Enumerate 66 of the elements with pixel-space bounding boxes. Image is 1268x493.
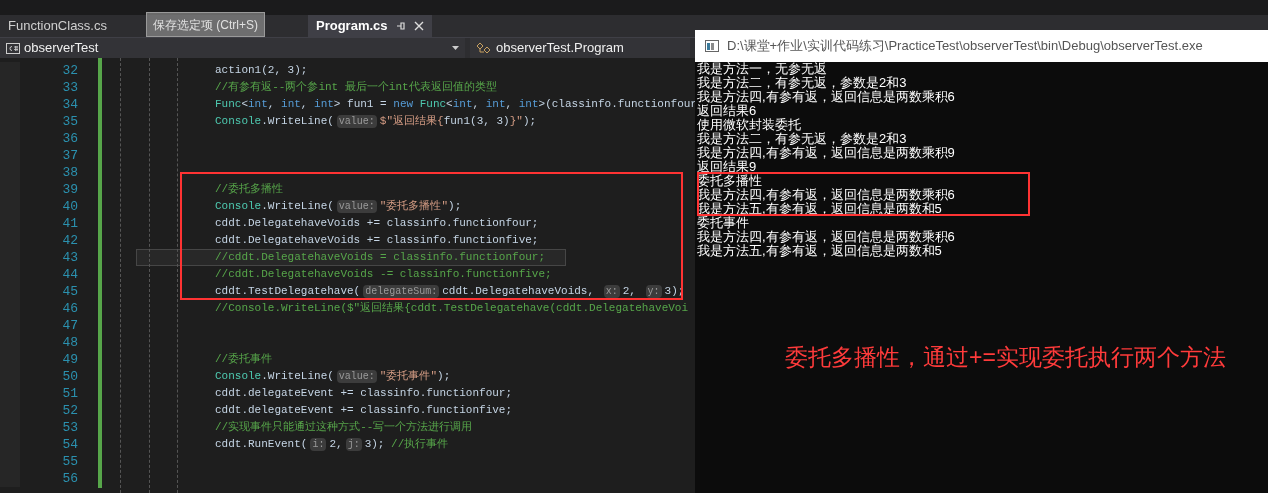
line-number: 36 (61, 129, 78, 148)
line-number: 39 (61, 180, 78, 199)
code-line: //实现事件只能通过这种方式--写一个方法进行调用 (215, 420, 473, 436)
line-number: 52 (61, 401, 78, 420)
line-number: 44 (61, 265, 78, 284)
console-output-line: 我是方法五,有参有返，返回信息是两数和5 (697, 244, 942, 258)
code-line: cddt.DelegatehaveVoids += classinfo.functionfive; (215, 233, 539, 249)
code-line: cddt.RunEvent( i: 2, j: 3); //执行事件 (215, 436, 449, 453)
code-line: //委托多播性 (215, 182, 284, 198)
code-line: Console.WriteLine( value: "委托多播性"); (215, 198, 462, 215)
code-line: //委托事件 (215, 352, 273, 368)
pin-icon[interactable] (395, 21, 406, 31)
console-output-line: 我是方法一，无参无返 (697, 62, 828, 76)
annotation-text: 委托多播性，通过+=实现委托执行两个方法 (785, 343, 1226, 372)
line-number: 42 (61, 231, 78, 250)
line-number: 45 (61, 282, 78, 301)
tooltip: 保存选定项 (Ctrl+S) (146, 12, 265, 37)
code-line: Func<int, int, int> fun1 = new Func<int, int, int>(classinfo.functionfour (215, 98, 697, 111)
console-output-line: 返回结果6 (697, 104, 758, 118)
console-output-line: 我是方法二，有参无返，参数是2和3 (697, 76, 908, 90)
console-output-line: 委托事件 (697, 216, 750, 230)
console-output-line: 我是方法二，有参无返，参数是2和3 (697, 132, 908, 146)
line-number: 40 (61, 197, 78, 216)
code-line: cddt.delegateEvent += classinfo.functionfive; (215, 403, 513, 419)
line-number: 35 (61, 112, 78, 131)
code-line: //cddt.DelegatehaveVoids -= classinfo.functionfive; (215, 267, 552, 283)
line-number: 37 (61, 146, 78, 165)
code-line: Console.WriteLine( value: "委托事件"); (215, 368, 451, 385)
console-app-icon (705, 40, 719, 52)
code-line: //有参有返--两个参int 最后一个int代表返回值的类型 (215, 80, 497, 96)
line-number: 50 (61, 367, 78, 386)
line-number: 51 (61, 384, 78, 403)
console-output-line: 我是方法四,有参有返，返回信息是两数乘积6 (697, 90, 956, 104)
line-number: 33 (61, 78, 78, 97)
code-line: //cddt.DelegatehaveVoids = classinfo.functionfour; (215, 250, 546, 266)
console-output-line: 我是方法四,有参有返，返回信息是两数乘积9 (697, 146, 956, 160)
line-number: 46 (61, 299, 78, 318)
close-icon[interactable] (413, 21, 424, 31)
project-dropdown[interactable]: observerTest (0, 38, 465, 58)
line-number: 41 (61, 214, 78, 233)
line-number: 43 (61, 248, 78, 267)
code-line: //Console.WriteLine($"返回结果{cddt.TestDelegatehave(cddt.DelegatehaveVoi (215, 301, 689, 317)
code-line: Console.WriteLine( value: $"返回结果{fun1(3, 3)}"); (215, 113, 537, 130)
console-output-line: 返回结果9 (697, 160, 758, 174)
window-title: D:\课堂+作业\实训代码练习\PracticeTest\observerTest\bin\Debug\observerTest.exe (727, 37, 1203, 56)
csharp-file-icon (6, 42, 20, 54)
line-number: 56 (61, 469, 78, 488)
line-number: 54 (61, 435, 78, 454)
line-number: 38 (61, 163, 78, 182)
line-number: 32 (61, 61, 78, 80)
line-number: 48 (61, 333, 78, 352)
code-line: action1(2, 3); (215, 63, 308, 79)
code-line: cddt.delegateEvent += classinfo.functionfour; (215, 386, 513, 402)
console-output-line: 使用微软封装委托 (697, 118, 801, 132)
class-dropdown[interactable]: observerTest.Program (470, 38, 690, 58)
line-number: 53 (61, 418, 78, 437)
class-icon (476, 41, 492, 55)
file-tab[interactable]: Program.cs (308, 15, 432, 37)
caret-icon (452, 46, 459, 50)
line-number: 55 (61, 452, 78, 471)
line-number: 34 (61, 95, 78, 114)
line-number: 47 (61, 316, 78, 335)
console-output-line: 委托多播性 (697, 174, 763, 188)
code-line: cddt.DelegatehaveVoids += classinfo.functionfour; (215, 216, 539, 232)
line-number: 49 (61, 350, 78, 369)
console-output-line: 我是方法四,有参有返，返回信息是两数乘积6 (697, 230, 956, 244)
